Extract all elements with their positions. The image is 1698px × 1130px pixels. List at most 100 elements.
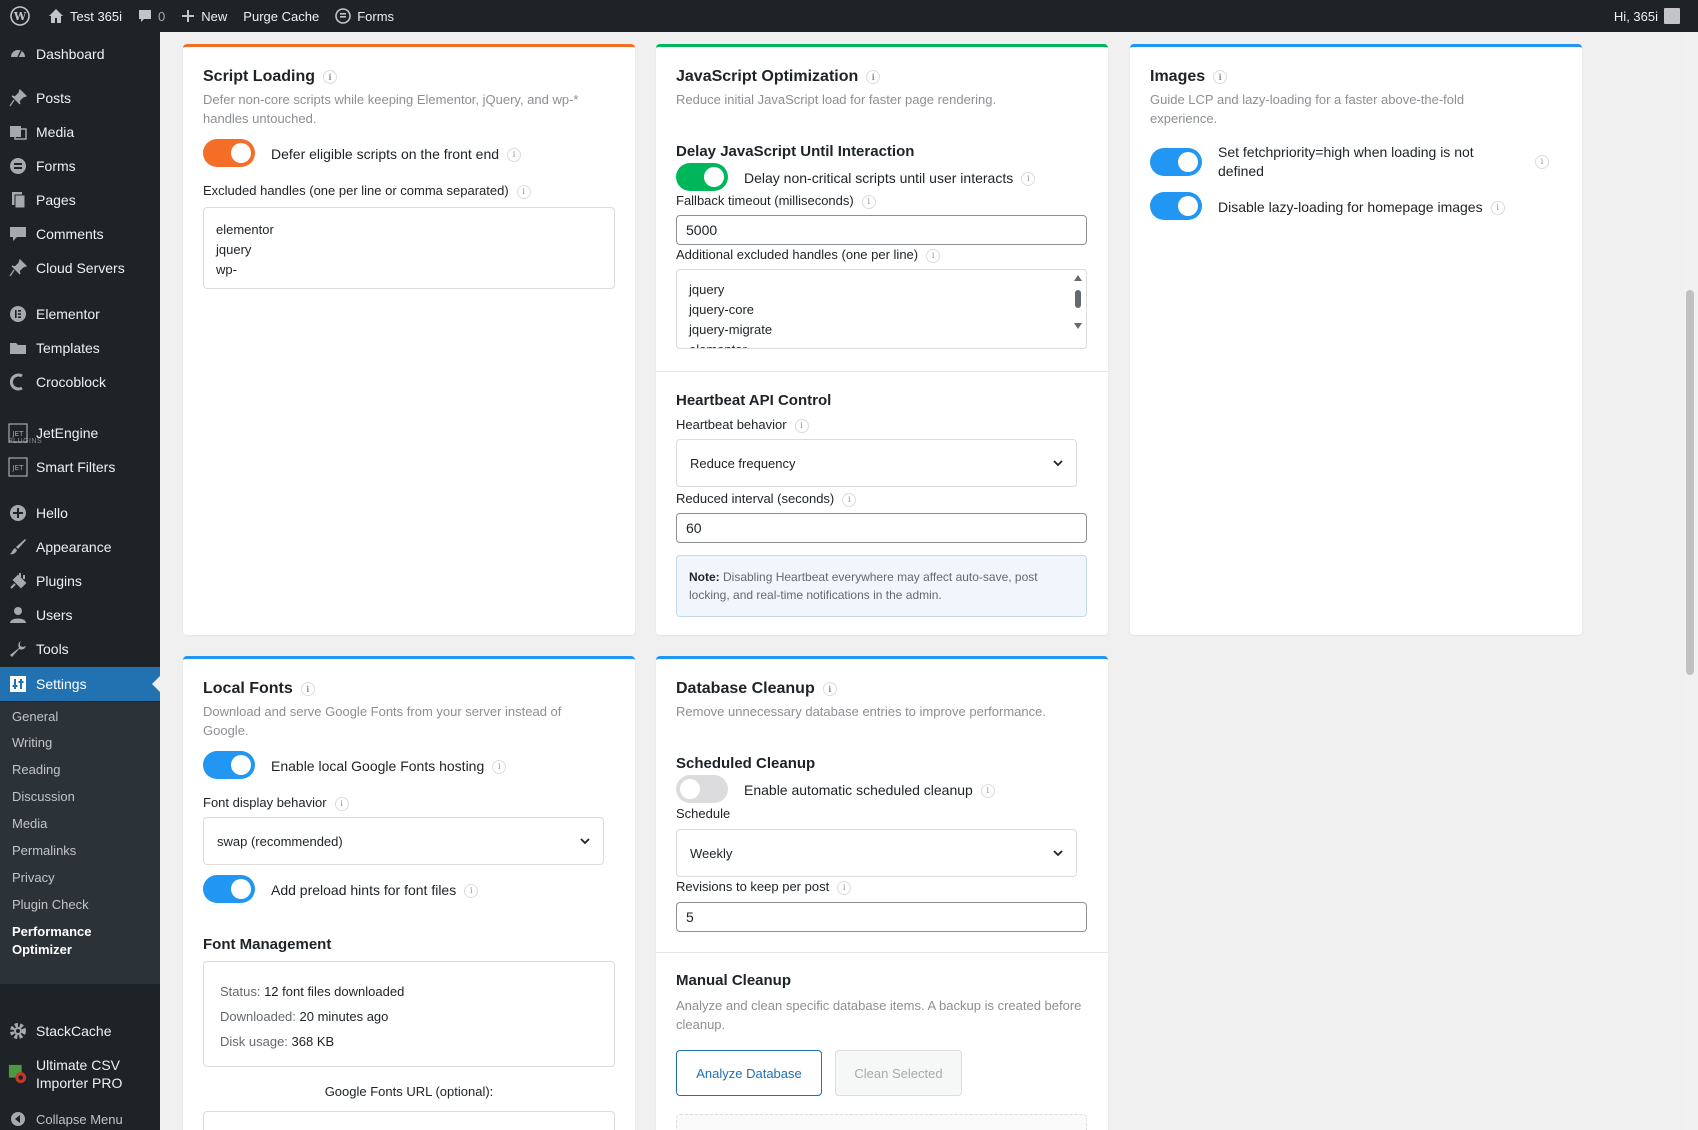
heartbeat-section-title: Heartbeat API Control — [676, 392, 832, 409]
new-content-link[interactable]: New — [173, 0, 235, 32]
sidebar-item-media[interactable]: Media — [0, 115, 160, 149]
submenu-media[interactable]: Media — [12, 815, 47, 833]
fetchpriority-toggle[interactable] — [1150, 148, 1202, 176]
defer-scripts-toggle[interactable] — [203, 139, 255, 167]
local-fonts-toggle[interactable] — [203, 751, 255, 779]
submenu-writing[interactable]: Writing — [12, 734, 52, 752]
analyze-database-button[interactable]: Analyze Database — [676, 1050, 822, 1096]
info-icon[interactable]: i — [794, 418, 809, 433]
wordpress-logo-icon[interactable]: W — [0, 0, 40, 32]
delay-js-toggle[interactable] — [676, 163, 728, 191]
toggle-label: Enable automatic scheduled cleanup i — [744, 781, 995, 800]
info-icon[interactable]: i — [842, 492, 857, 507]
info-icon[interactable]: i — [822, 681, 837, 696]
sidebar-item-smart-filters[interactable]: JET Smart Filters — [0, 450, 160, 484]
info-icon[interactable]: i — [507, 148, 522, 163]
info-icon[interactable]: i — [300, 681, 315, 696]
info-icon[interactable]: i — [1535, 155, 1549, 169]
sidebar-item-pages[interactable]: Pages — [0, 183, 160, 217]
info-icon[interactable]: i — [492, 760, 507, 775]
sidebar-item-cloud-servers[interactable]: Cloud Servers — [0, 251, 160, 285]
sidebar-item-users[interactable]: Users — [0, 598, 160, 632]
sidebar-item-templates[interactable]: Templates — [0, 331, 160, 365]
excluded-handles-textarea[interactable]: elementor jquery wp- — [203, 207, 615, 289]
manual-cleanup-title: Manual Cleanup — [676, 972, 792, 989]
info-icon[interactable]: i — [837, 880, 852, 895]
info-icon[interactable]: i — [926, 248, 941, 263]
sidebar-item-hello[interactable]: Hello — [0, 496, 160, 530]
info-icon[interactable]: i — [980, 784, 995, 799]
comments-link[interactable]: 0 — [130, 0, 173, 32]
sidebar-item-label: Templates — [36, 340, 100, 356]
submenu-general[interactable]: General — [12, 708, 58, 726]
toggle-label: Disable lazy-loading for homepage images… — [1218, 198, 1505, 217]
google-fonts-url-input[interactable] — [203, 1111, 615, 1130]
sidebar-item-crocoblock[interactable]: Crocoblock — [0, 365, 160, 399]
preload-hints-toggle[interactable] — [203, 875, 255, 903]
sidebar-item-ultimate-csv[interactable]: Ultimate CSV Importer PRO — [0, 1054, 160, 1094]
submenu-plugin-check[interactable]: Plugin Check — [12, 896, 89, 914]
heartbeat-behavior-select[interactable]: Reduce frequency — [676, 439, 1077, 487]
toggle-knob — [231, 879, 251, 899]
sidebar-item-plugins[interactable]: Plugins — [0, 564, 160, 598]
sidebar-item-stackcache[interactable]: StackCache — [0, 1014, 160, 1048]
chevron-down-icon — [1052, 457, 1064, 472]
sidebar-item-elementor[interactable]: Elementor — [0, 297, 160, 331]
submenu-privacy[interactable]: Privacy — [12, 869, 55, 887]
sidebar-item-label: Pages — [36, 192, 76, 208]
toggle-label-text: Delay non-critical scripts until user in… — [744, 170, 1014, 186]
auto-cleanup-toggle[interactable] — [676, 775, 728, 803]
sidebar-item-label: Plugins — [36, 573, 82, 589]
revisions-input[interactable]: 5 — [676, 902, 1087, 932]
submenu-performance-optimizer[interactable]: Performance Optimizer — [12, 923, 152, 959]
info-icon[interactable]: i — [1213, 69, 1228, 84]
info-icon[interactable]: i — [1021, 172, 1036, 187]
reduced-interval-input[interactable]: 60 — [676, 513, 1087, 543]
schedule-select[interactable]: Weekly — [676, 829, 1077, 877]
field-label-text: Excluded handles (one per line or comma … — [203, 183, 509, 198]
sidebar-item-settings[interactable]: Settings — [0, 667, 160, 701]
info-icon[interactable]: i — [323, 69, 337, 84]
info-icon[interactable]: i — [1490, 201, 1505, 216]
fallback-timeout-input[interactable]: 5000 — [676, 215, 1087, 245]
submenu-permalinks[interactable]: Permalinks — [12, 842, 76, 860]
info-icon[interactable]: i — [866, 69, 881, 84]
sidebar-item-jetengine[interactable]: JET JetEngine — [0, 416, 160, 450]
info-icon[interactable]: i — [516, 184, 531, 199]
sidebar-item-dashboard[interactable]: Dashboard — [0, 37, 160, 71]
toggle-label: Delay non-critical scripts until user in… — [744, 169, 1036, 188]
clean-selected-button[interactable]: Clean Selected — [835, 1050, 962, 1096]
fetchpriority-label: Set fetchpriority=high when loading is n… — [1218, 144, 1474, 179]
purge-cache-link[interactable]: Purge Cache — [235, 0, 327, 32]
toggle-label-text: Defer eligible scripts on the front end — [271, 146, 500, 162]
sidebar-item-tools[interactable]: Tools — [0, 632, 160, 666]
font-management-title: Font Management — [203, 936, 332, 953]
sidebar-item-label: JetEngine — [36, 425, 99, 441]
font-display-select[interactable]: swap (recommended) — [203, 817, 604, 865]
info-icon[interactable]: i — [334, 796, 349, 811]
toggle-knob — [231, 143, 251, 163]
disable-lazyload-toggle[interactable] — [1150, 192, 1202, 220]
disk-key: Disk usage: — [220, 1034, 288, 1049]
textarea-scrollbar[interactable] — [1073, 273, 1083, 333]
sidebar-item-label: Hello — [36, 505, 68, 521]
site-name-link[interactable]: Test 365i — [40, 0, 130, 32]
my-account-link[interactable]: Hi, 365i — [1614, 8, 1698, 24]
field-label: Excluded handles (one per line or comma … — [203, 183, 531, 199]
card-title: Script Loading i — [203, 68, 337, 86]
sidebar-item-appearance[interactable]: Appearance — [0, 530, 160, 564]
submenu-reading[interactable]: Reading — [12, 761, 60, 779]
submenu-discussion[interactable]: Discussion — [12, 788, 75, 806]
sidebar-item-posts[interactable]: Posts — [0, 81, 160, 115]
page-scrollbar-thumb[interactable] — [1686, 290, 1694, 675]
sidebar-item-forms[interactable]: Forms — [0, 149, 160, 183]
sidebar-item-label: Forms — [36, 158, 76, 174]
sidebar-item-label: Ultimate CSV Importer PRO — [36, 1057, 123, 1091]
plug-icon — [8, 571, 28, 591]
info-icon[interactable]: i — [861, 194, 876, 209]
sidebar-item-comments[interactable]: Comments — [0, 217, 160, 251]
info-icon[interactable]: i — [464, 884, 479, 899]
forms-link[interactable]: Forms — [327, 0, 402, 32]
additional-handles-textarea[interactable]: jquery jquery-core jquery-migrate elemen… — [676, 269, 1087, 349]
collapse-menu-button[interactable]: Collapse Menu — [0, 1102, 160, 1130]
